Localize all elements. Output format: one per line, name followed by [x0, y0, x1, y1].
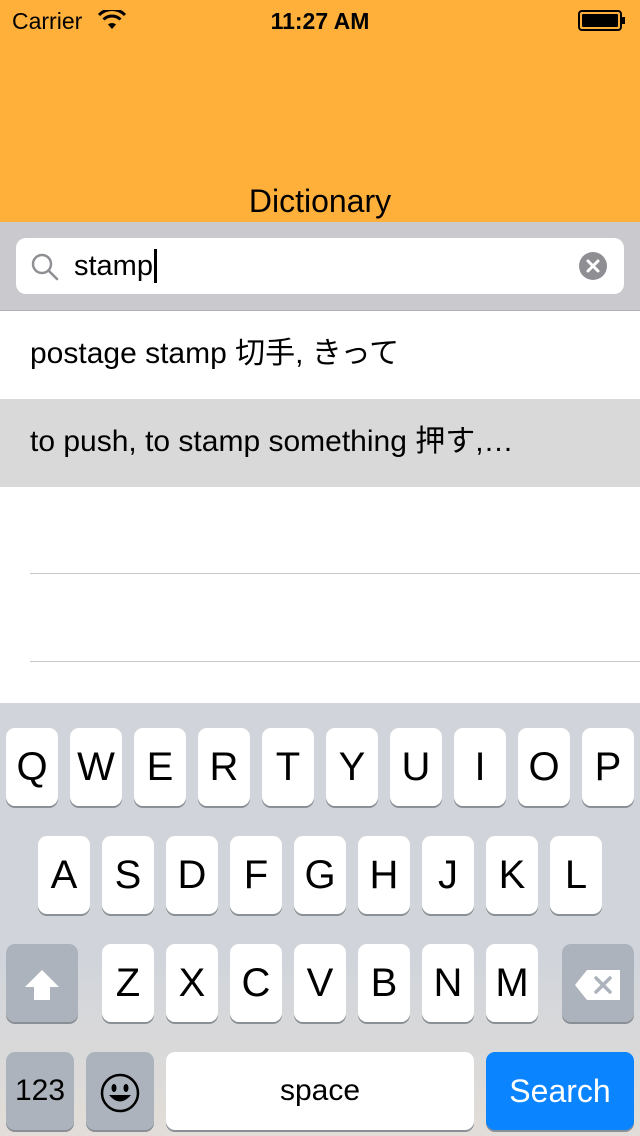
- key-y[interactable]: Y: [326, 728, 378, 806]
- list-item-text: postage stamp 切手, きって: [30, 337, 400, 370]
- results-list: postage stamp 切手, きって to push, to stamp …: [0, 311, 640, 703]
- key-n[interactable]: N: [422, 944, 474, 1022]
- search-key[interactable]: Search: [486, 1052, 634, 1130]
- search-bar: stamp: [0, 222, 640, 311]
- key-h[interactable]: H: [358, 836, 410, 914]
- key-z[interactable]: Z: [102, 944, 154, 1022]
- space-key[interactable]: space: [166, 1052, 474, 1130]
- key-w[interactable]: W: [70, 728, 122, 806]
- key-e[interactable]: E: [134, 728, 186, 806]
- key-j[interactable]: J: [422, 836, 474, 914]
- key-p[interactable]: P: [582, 728, 634, 806]
- battery-icon: [578, 10, 625, 31]
- key-b[interactable]: B: [358, 944, 410, 1022]
- list-item[interactable]: postage stamp 切手, きって: [0, 311, 640, 399]
- key-c[interactable]: C: [230, 944, 282, 1022]
- list-item-text: to push, to stamp something 押す,…: [30, 425, 514, 458]
- key-s[interactable]: S: [102, 836, 154, 914]
- magnifier-icon: [31, 253, 59, 281]
- key-d[interactable]: D: [166, 836, 218, 914]
- key-i[interactable]: I: [454, 728, 506, 806]
- key-r[interactable]: R: [198, 728, 250, 806]
- delete-key[interactable]: [562, 944, 634, 1022]
- key-g[interactable]: G: [294, 836, 346, 914]
- page-title: Dictionary: [248, 183, 392, 219]
- row-separator: [30, 573, 640, 574]
- keyboard: Q W E R T Y U I O P A S D F G H J K L Z …: [0, 703, 640, 1136]
- key-a[interactable]: A: [38, 836, 90, 914]
- list-item[interactable]: to push, to stamp something 押す,…: [0, 399, 640, 487]
- emoji-face-icon: [100, 1074, 140, 1113]
- key-v[interactable]: V: [294, 944, 346, 1022]
- shift-key[interactable]: [6, 944, 78, 1022]
- status-bar: Carrier 11:27 AM: [0, 0, 640, 40]
- search-input[interactable]: stamp: [16, 238, 624, 294]
- row-separator: [30, 661, 640, 662]
- backspace-icon: [575, 970, 620, 1001]
- search-input-value: stamp: [74, 249, 157, 283]
- key-f[interactable]: F: [230, 836, 282, 914]
- key-m[interactable]: M: [486, 944, 538, 1022]
- text-cursor: [153, 249, 157, 283]
- shift-arrow-icon: [25, 970, 59, 1001]
- key-l[interactable]: L: [550, 836, 602, 914]
- key-t[interactable]: T: [262, 728, 314, 806]
- key-o[interactable]: O: [518, 728, 570, 806]
- status-time: 11:27 AM: [270, 8, 370, 34]
- emoji-key[interactable]: [86, 1052, 154, 1130]
- key-x[interactable]: X: [166, 944, 218, 1022]
- key-u[interactable]: U: [390, 728, 442, 806]
- key-q[interactable]: Q: [6, 728, 58, 806]
- clear-circle-icon[interactable]: [579, 252, 607, 280]
- key-k[interactable]: K: [486, 836, 538, 914]
- numbers-key[interactable]: 123: [6, 1052, 74, 1130]
